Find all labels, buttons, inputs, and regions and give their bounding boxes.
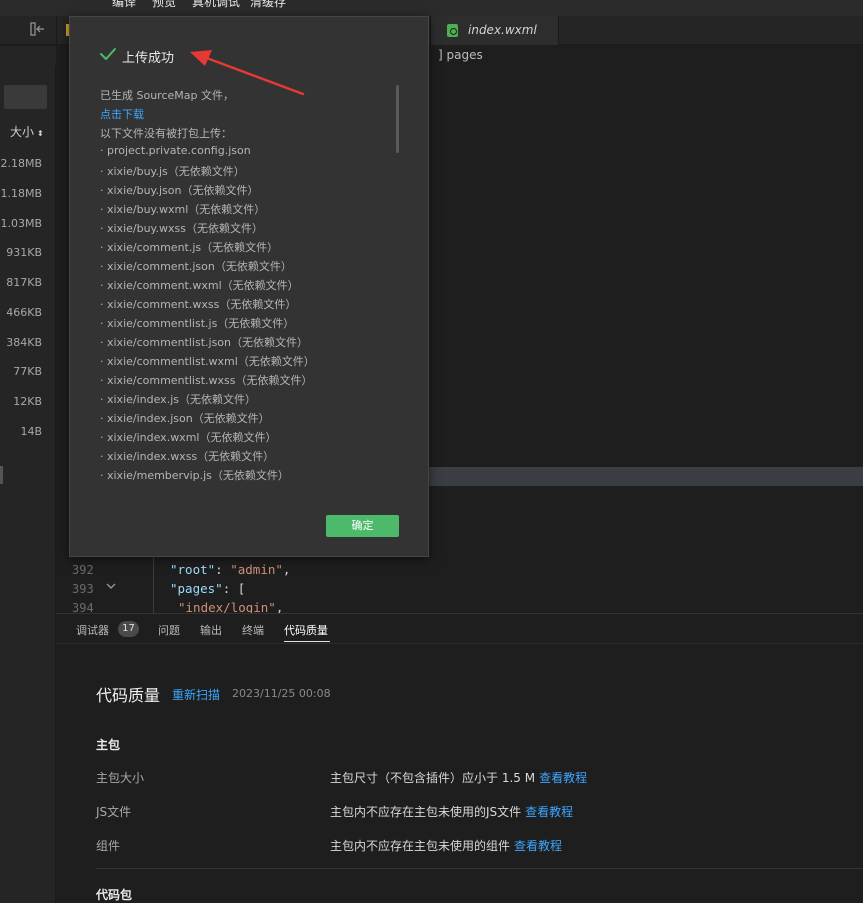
breadcrumb-path[interactable]: ] pages (438, 48, 483, 62)
size-value: 466KB (6, 306, 42, 319)
dialog-title: 上传成功 (122, 51, 175, 66)
menu-clear-cache[interactable]: 清缓存 (250, 0, 286, 10)
size-value: 14B (20, 425, 42, 438)
wxml-file-icon (447, 24, 458, 37)
bottom-panel: 调试器 17 问题 输出 终端 代码质量 代码质量 重新扫描 2023/11/2… (56, 613, 863, 903)
row-label: 组件 (96, 839, 121, 853)
line-number: 392 (72, 563, 94, 577)
file-list-item: · xixie/comment.js（无依赖文件） (100, 241, 279, 254)
code-dependency-panel: 大小 ⬍ 2.18MB 1.18MB 1.03MB 931KB 817KB 466… (0, 66, 56, 903)
size-value: 12KB (13, 395, 42, 408)
file-list-item: · xixie/commentlist.wxss（无依赖文件） (100, 374, 313, 387)
file-list-item: · project.private.config.json (100, 144, 251, 157)
tab-problems[interactable]: 问题 (158, 622, 180, 638)
rescan-link[interactable]: 重新扫描 (172, 686, 220, 703)
panel-tabs: 调试器 17 问题 输出 终端 代码质量 (56, 614, 863, 644)
json-key: "pages" (170, 581, 223, 596)
section-divider (96, 868, 863, 869)
file-list-item: · xixie/buy.wxss（无依赖文件） (100, 222, 263, 235)
menu-bar: 编译 预览 真机调试 清缓存 (0, 0, 863, 16)
devtools-window: 编译 预览 真机调试 清缓存 index.wxml ] pages 大小 ⬍ 2.… (0, 0, 863, 903)
json-value: "admin" (230, 562, 283, 577)
code-line: "pages": [ (170, 581, 245, 596)
code-line: "root": "admin", (170, 562, 290, 577)
json-punct: [ (237, 581, 246, 596)
tab-label: index.wxml (468, 23, 537, 37)
file-list-item: · xixie/commentlist.wxml（无依赖文件） (100, 355, 315, 368)
file-list-item: · xixie/comment.wxss（无依赖文件） (100, 298, 297, 311)
upload-success-dialog: 上传成功 已生成 SourceMap 文件， 点击下载 以下文件没有被打包上传：… (69, 16, 429, 557)
view-tutorial-link[interactable]: 查看教程 (514, 839, 562, 853)
size-column-header[interactable]: 大小 ⬍ (10, 123, 44, 140)
tab-code-quality[interactable]: 代码质量 (284, 622, 328, 638)
line-number: 393 (72, 582, 94, 596)
file-list-item: · xixie/comment.json（无依赖文件） (100, 260, 292, 273)
size-value: 931KB (6, 246, 42, 259)
dialog-scrollbar[interactable] (396, 85, 399, 153)
tab-terminal[interactable]: 终端 (242, 622, 264, 638)
file-list-item: · xixie/commentlist.js（无依赖文件） (100, 317, 295, 330)
row-label: JS文件 (96, 805, 132, 819)
scan-timestamp: 2023/11/25 00:08 (232, 687, 331, 700)
tab-index-wxml[interactable]: index.wxml (430, 16, 559, 45)
size-value: 1.03MB (0, 217, 42, 230)
size-value: 817KB (6, 276, 42, 289)
active-tab-indicator (284, 641, 330, 642)
row-description: 主包尺寸（不包含插件）应小于 1.5 M 查看教程 (330, 769, 587, 786)
download-link[interactable]: 点击下载 (100, 106, 144, 122)
size-value: 384KB (6, 336, 42, 349)
message-line: 已生成 SourceMap 文件， (100, 89, 234, 102)
file-list-item: · xixie/index.json（无依赖文件） (100, 412, 270, 425)
file-list-item: · xixie/index.wxml（无依赖文件） (100, 431, 277, 444)
fold-chevron-icon[interactable] (106, 582, 116, 593)
left-panel-header (0, 46, 56, 66)
panel-resize-handle[interactable] (0, 466, 3, 484)
view-tutorial-link[interactable]: 查看教程 (525, 805, 573, 819)
file-list-item: · xixie/buy.js（无依赖文件） (100, 165, 245, 178)
size-value: 1.18MB (0, 187, 42, 200)
section-title-code-package: 代码包 (96, 888, 133, 902)
row-description: 主包内不应存在主包未使用的JS文件 查看教程 (330, 803, 573, 820)
check-icon (99, 46, 117, 62)
json-punct: , (282, 562, 291, 577)
tab-debugger[interactable]: 调试器 (76, 622, 109, 638)
row-desc-text: 主包内不应存在主包未使用的JS文件 (330, 805, 522, 819)
section-title-main-package: 主包 (96, 738, 121, 752)
json-separator: : (222, 581, 238, 596)
file-list-item: · xixie/index.wxss（无依赖文件） (100, 450, 275, 463)
file-list-item: · xixie/membervip.js（无依赖文件） (100, 469, 289, 482)
debugger-count-badge: 17 (118, 621, 139, 637)
sort-icon[interactable]: ⬍ (37, 129, 44, 138)
file-list-item: · xixie/commentlist.json（无依赖文件） (100, 336, 309, 349)
confirm-button[interactable]: 确定 (326, 515, 399, 537)
code-quality-title: 代码质量 (96, 686, 161, 705)
file-list-item: · xixie/comment.wxml（无依赖文件） (100, 279, 299, 292)
row-description: 主包内不应存在主包未使用的组件 查看教程 (330, 837, 562, 854)
file-list-item: · xixie/buy.json（无依赖文件） (100, 184, 259, 197)
size-header-label: 大小 (10, 125, 35, 139)
json-separator: : (215, 562, 231, 577)
menu-preview[interactable]: 预览 (152, 0, 176, 10)
collapse-sidebar-icon[interactable] (30, 22, 48, 38)
tab-output[interactable]: 输出 (200, 622, 222, 638)
message-line: 以下文件没有被打包上传： (100, 127, 232, 140)
row-desc-text: 主包尺寸（不包含插件）应小于 1.5 M (330, 771, 536, 785)
view-tutorial-link[interactable]: 查看教程 (539, 771, 587, 785)
file-list-item: · xixie/index.js（无依赖文件） (100, 393, 256, 406)
file-list-item: · xixie/buy.wxml（无依赖文件） (100, 203, 266, 216)
size-value: 2.18MB (0, 157, 42, 170)
menu-compile[interactable]: 编译 (112, 0, 136, 10)
json-key: "root" (170, 562, 216, 577)
size-value: 77KB (13, 365, 42, 378)
selected-line-highlight (429, 467, 863, 486)
row-label: 主包大小 (96, 771, 145, 785)
tab-separator (56, 16, 57, 45)
menu-device-debug[interactable]: 真机调试 (192, 0, 240, 10)
row-desc-text: 主包内不应存在主包未使用的组件 (330, 839, 511, 853)
dialog-message: 已生成 SourceMap 文件， 点击下载 以下文件没有被打包上传： · pr… (100, 87, 396, 487)
filter-input[interactable] (4, 85, 47, 109)
